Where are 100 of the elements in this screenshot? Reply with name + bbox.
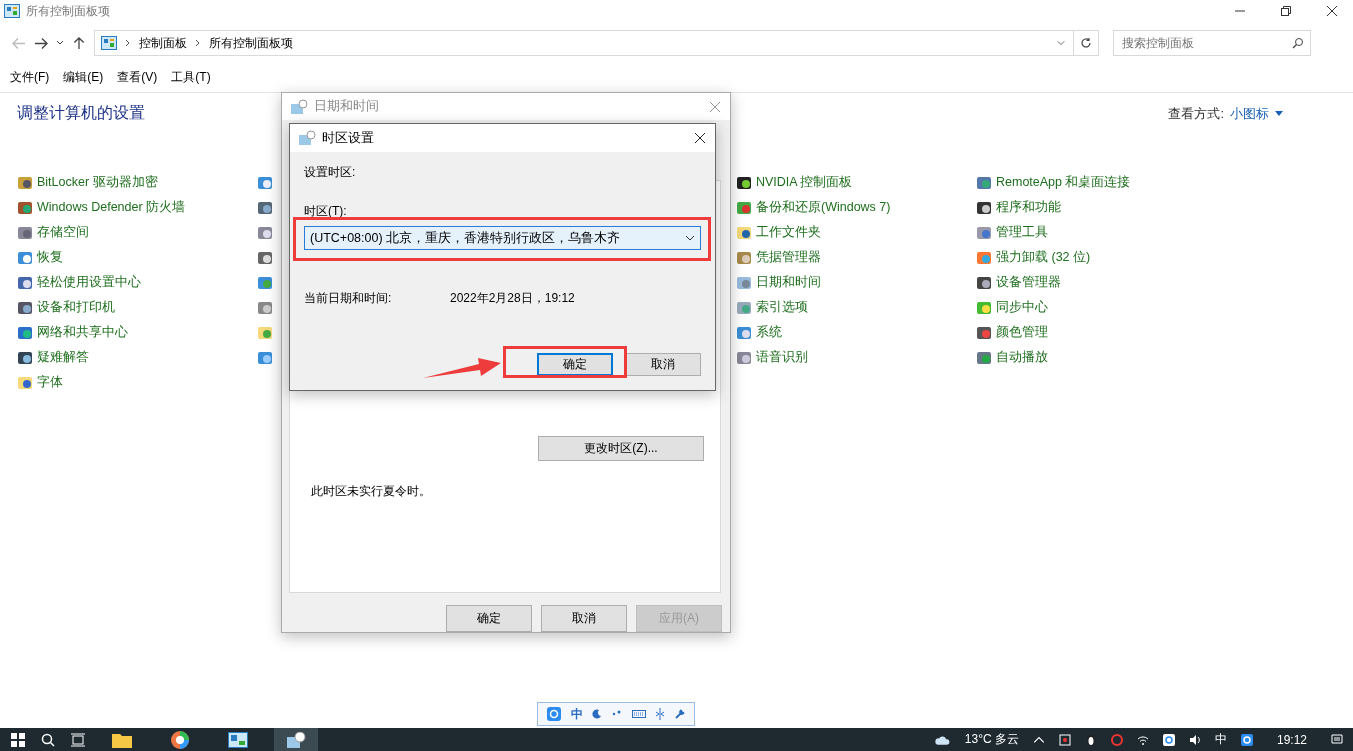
folder-icon xyxy=(112,731,132,748)
applet-link[interactable]: Windows Defender 防火墙 xyxy=(37,199,186,216)
applet-icon xyxy=(736,299,752,316)
applet-icon xyxy=(976,174,992,191)
task-view-icon[interactable] xyxy=(70,732,86,747)
notification-icon[interactable] xyxy=(1331,733,1343,746)
applet-icon xyxy=(736,249,752,266)
calendar-clock-icon xyxy=(286,731,306,748)
ime-logo-icon[interactable] xyxy=(1240,733,1253,746)
dialog-button[interactable]: 取消 xyxy=(541,605,627,632)
weather-text[interactable]: 13°C 多云 xyxy=(964,731,1019,748)
search-icon[interactable] xyxy=(40,732,56,747)
applet-link[interactable]: 语音识别 xyxy=(756,349,808,366)
menu-item[interactable]: 编辑(E) xyxy=(63,68,104,86)
applet-icon xyxy=(976,299,992,316)
chevron-icon xyxy=(195,39,201,47)
tray-icon[interactable] xyxy=(1058,733,1071,746)
wrench-icon[interactable] xyxy=(675,709,686,719)
close-icon[interactable] xyxy=(695,133,705,143)
applet-icon xyxy=(17,199,33,216)
applet-icon xyxy=(736,324,752,341)
applet-link[interactable]: BitLocker 驱动器加密 xyxy=(37,174,158,191)
moon-icon[interactable] xyxy=(592,709,603,719)
applet-link[interactable]: NVIDIA 控制面板 xyxy=(756,174,853,191)
dialog-button[interactable]: 确定 xyxy=(446,605,532,632)
applet-link[interactable]: 恢复 xyxy=(37,249,63,266)
applet-link[interactable]: 备份和还原(Windows 7) xyxy=(756,199,891,216)
dialog-button[interactable]: 取消 xyxy=(625,353,701,376)
applet-icon xyxy=(976,274,992,291)
applet-link[interactable]: RemoteApp 和桌面连接 xyxy=(996,174,1131,191)
applet-link[interactable]: 轻松使用设置中心 xyxy=(37,274,141,291)
input-language[interactable]: 中 xyxy=(1214,731,1227,748)
menu-item[interactable]: 文件(F) xyxy=(10,68,50,86)
tray-app-icon[interactable] xyxy=(1162,733,1175,746)
applet-link[interactable]: 凭据管理器 xyxy=(756,249,821,266)
dialog-button[interactable]: 确定 xyxy=(537,353,613,376)
forward-icon[interactable] xyxy=(34,36,48,50)
up-icon[interactable] xyxy=(72,36,86,50)
change-timezone-button[interactable]: 更改时区(Z)... xyxy=(538,436,704,462)
current-datetime: 2022年2月28日，19:12 xyxy=(450,290,575,307)
ime-mode[interactable]: 中 xyxy=(570,705,583,723)
clock[interactable]: 19:12 xyxy=(1276,732,1307,747)
taskbar-app[interactable] xyxy=(274,728,318,751)
applet-link[interactable]: 疑难解答 xyxy=(37,349,89,366)
menu-item[interactable]: 查看(V) xyxy=(117,68,158,86)
view-label: 查看方式: xyxy=(1168,104,1224,123)
refresh-button[interactable] xyxy=(1073,30,1099,56)
applet-icon xyxy=(257,224,273,241)
breadcrumb[interactable]: 所有控制面板项 xyxy=(209,34,293,52)
close-icon[interactable] xyxy=(1327,6,1337,16)
applet-icon xyxy=(257,349,273,366)
menu-item[interactable]: 工具(T) xyxy=(171,68,211,86)
applet-icon xyxy=(976,249,992,266)
applet-icon xyxy=(17,174,33,191)
applet-link[interactable]: 自动播放 xyxy=(996,349,1048,366)
breadcrumb[interactable]: 控制面板 xyxy=(139,34,187,52)
control-panel-icon xyxy=(101,36,117,50)
restore-icon[interactable] xyxy=(1281,6,1291,16)
applet-icon xyxy=(736,274,752,291)
applet-icon xyxy=(17,224,33,241)
applet-link[interactable]: 网络和共享中心 xyxy=(37,324,128,341)
applet-icon xyxy=(17,299,33,316)
wifi-icon[interactable] xyxy=(1136,733,1149,746)
applet-link[interactable]: 设备和打印机 xyxy=(37,299,115,316)
dropdown-icon[interactable] xyxy=(56,40,64,46)
applet-link[interactable]: 存储空间 xyxy=(37,224,89,241)
address-bar[interactable]: 控制面板 所有控制面板项 xyxy=(94,30,1074,56)
applet-link[interactable]: 强力卸载 (32 位) xyxy=(996,249,1091,266)
applet-link[interactable]: 日期和时间 xyxy=(756,274,821,291)
split-icon[interactable] xyxy=(655,708,666,720)
applet-icon xyxy=(976,224,992,241)
applet-icon xyxy=(257,174,273,191)
dst-note: 此时区未实行夏令时。 xyxy=(311,483,432,501)
applet-link[interactable]: 设备管理器 xyxy=(996,274,1061,291)
windows-start-icon[interactable] xyxy=(10,732,26,747)
applet-link[interactable]: 程序和功能 xyxy=(996,199,1061,216)
applet-icon xyxy=(17,249,33,266)
applet-link[interactable]: 索引选项 xyxy=(756,299,808,316)
applet-icon xyxy=(736,199,752,216)
applet-link[interactable]: 工作文件夹 xyxy=(756,224,821,241)
keyboard-icon[interactable] xyxy=(631,709,646,719)
applet-link[interactable]: 颜色管理 xyxy=(996,324,1048,341)
applet-link[interactable]: 管理工具 xyxy=(996,224,1048,241)
applet-link[interactable]: 字体 xyxy=(37,374,63,391)
colorful-circle-icon xyxy=(170,729,190,750)
view-dropdown[interactable]: 小图标 xyxy=(1230,104,1283,123)
applet-link[interactable]: 系统 xyxy=(756,324,782,341)
search-field[interactable]: 搜索控制面板 xyxy=(1113,30,1311,56)
applet-icon xyxy=(257,274,273,291)
applet-link[interactable]: 同步中心 xyxy=(996,299,1048,316)
timezone-dropdown[interactable]: (UTC+08:00) 北京，重庆，香港特别行政区，乌鲁木齐 xyxy=(304,226,701,250)
chevron-icon xyxy=(125,39,131,47)
field-label: 时区(T): xyxy=(304,203,348,220)
field-label: 当前日期和时间: xyxy=(304,290,393,307)
applet-icon xyxy=(257,299,273,316)
section-label: 设置时区: xyxy=(304,164,357,181)
applet-icon xyxy=(17,274,33,291)
window-title: 所有控制面板项 xyxy=(26,2,110,20)
speaker-icon[interactable] xyxy=(1188,733,1201,746)
page-heading: 调整计算机的设置 xyxy=(17,103,145,123)
